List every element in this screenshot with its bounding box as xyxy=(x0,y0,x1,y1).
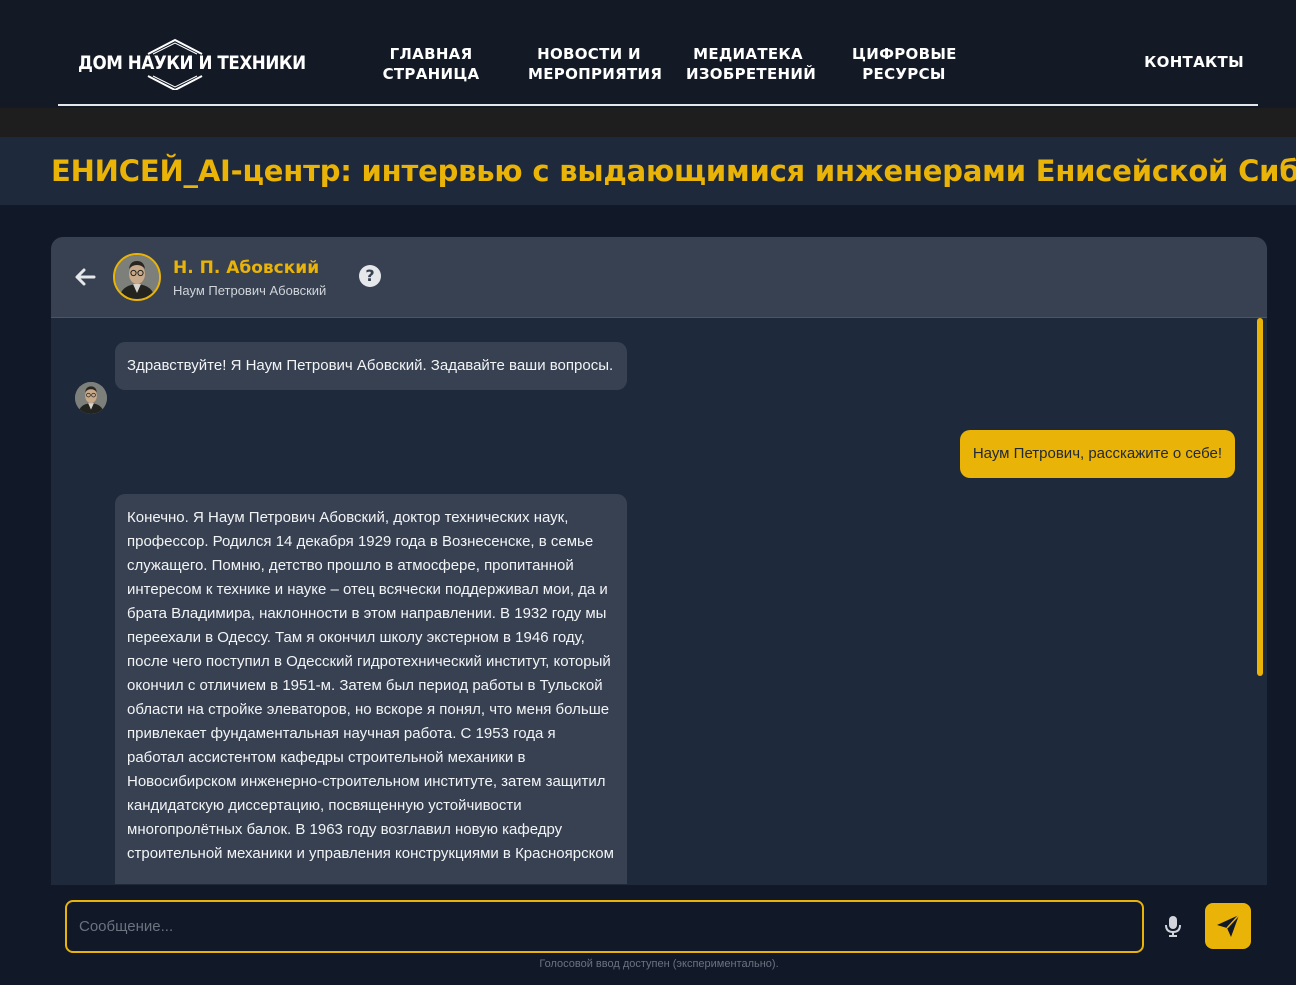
header-nav-bar: ДОМ НАУКИ И ТЕХНИКИ ГЛАВНАЯ СТРАНИЦА НОВ… xyxy=(58,0,1258,106)
persona-name: Н. П. Абовский xyxy=(173,258,320,278)
back-button[interactable] xyxy=(71,263,99,291)
site-header: ДОМ НАУКИ И ТЕХНИКИ ГЛАВНАЯ СТРАНИЦА НОВ… xyxy=(0,0,1296,108)
nav-news-events[interactable]: НОВОСТИ И МЕРОПРИЯТИЯ xyxy=(528,44,662,84)
user-message: Наум Петрович, расскажите о себе! xyxy=(959,430,1235,478)
message-scrollbar[interactable] xyxy=(1257,318,1263,676)
input-bar: Голосовой ввод доступен (экспериментальн… xyxy=(51,884,1267,985)
nav-home[interactable]: ГЛАВНАЯ СТРАНИЦА xyxy=(380,44,482,84)
persona-portrait-icon xyxy=(75,382,107,414)
nav-contacts[interactable]: КОНТАКТЫ xyxy=(1144,52,1244,72)
send-icon xyxy=(1217,914,1240,937)
persona-full-name: Наум Петрович Абовский xyxy=(173,283,327,298)
chat-panel: Н. П. Абовский Наум Петрович Абовский ? … xyxy=(51,237,1267,985)
message-list[interactable]: Здравствуйте! Я Наум Петрович Абовский. … xyxy=(51,318,1267,884)
microphone-button[interactable] xyxy=(1161,914,1185,938)
voice-input-note: Голосовой ввод доступен (экспериментальн… xyxy=(539,958,779,970)
bot-message: Конечно. Я Наум Петрович Абовский, докто… xyxy=(115,494,627,884)
persona-portrait-icon xyxy=(115,255,159,299)
site-logo[interactable]: ДОМ НАУКИ И ТЕХНИКИ xyxy=(78,36,306,90)
nav-digital-resources[interactable]: ЦИФРОВЫЕ РЕСУРСЫ xyxy=(852,44,956,84)
send-button[interactable] xyxy=(1205,903,1251,949)
help-icon[interactable]: ? xyxy=(359,265,381,287)
back-arrow-icon xyxy=(75,268,96,286)
persona-avatar xyxy=(113,253,161,301)
message-input[interactable] xyxy=(65,900,1144,953)
logo-text: ДОМ НАУКИ И ТЕХНИКИ xyxy=(78,52,306,74)
microphone-icon xyxy=(1165,916,1181,937)
message-avatar xyxy=(75,382,107,414)
bot-message: Здравствуйте! Я Наум Петрович Абовский. … xyxy=(115,342,627,390)
page-title: ЕНИСЕЙ_AI-центр: интервью с выдающимися … xyxy=(51,154,1296,188)
chat-header: Н. П. Абовский Наум Петрович Абовский ? xyxy=(51,237,1267,318)
nav-media-library[interactable]: МЕДИАТЕКА ИЗОБРЕТЕНИЙ xyxy=(686,44,816,84)
header-divider-strip xyxy=(0,108,1296,137)
